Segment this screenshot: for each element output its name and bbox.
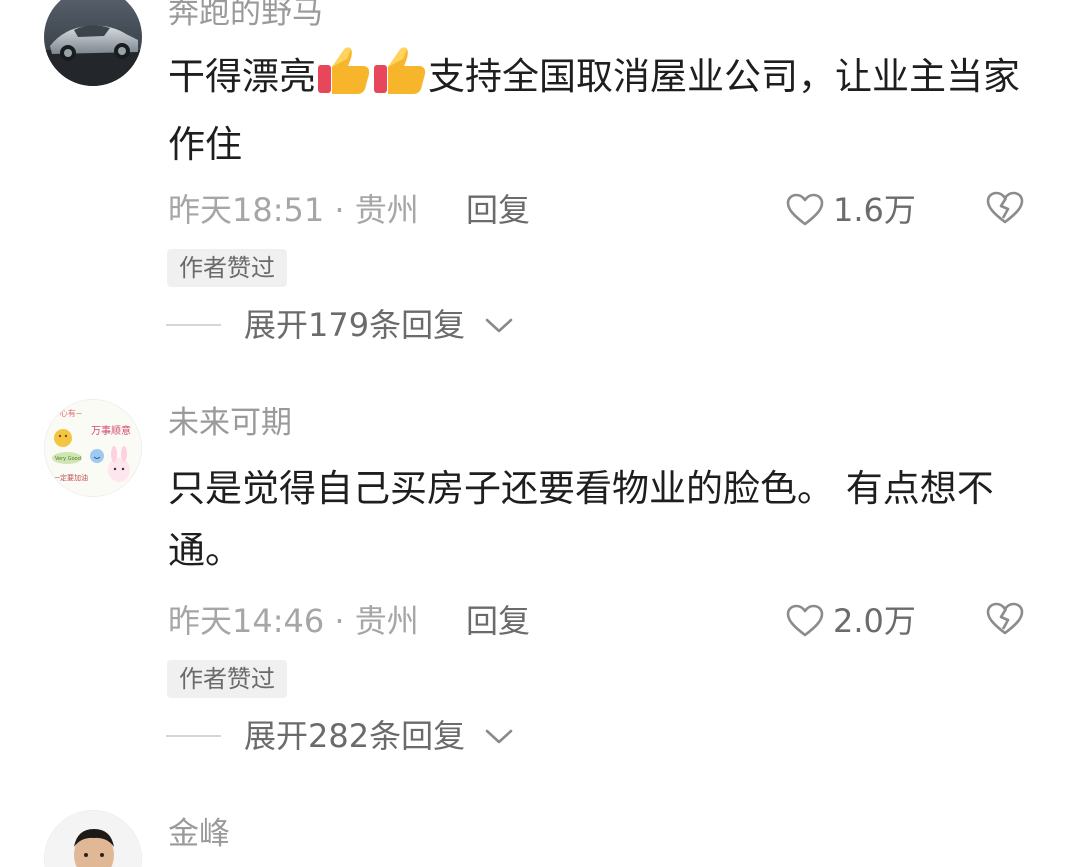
avatar[interactable]: ~心有~ 万事顺意 Very Good 一定要加油 xyxy=(44,399,142,497)
svg-text:~心有~: ~心有~ xyxy=(53,408,82,418)
dislike-button[interactable] xyxy=(986,191,1024,229)
divider xyxy=(166,735,221,737)
like-count: 1.6万 xyxy=(833,191,916,229)
like-count: 2.0万 xyxy=(833,602,916,640)
comment-text-part: 干得漂亮 xyxy=(168,55,316,98)
divider xyxy=(166,324,221,326)
comment-text: 只是觉得自己买房子还要看物业的脸色。 有点想不通。 xyxy=(168,467,994,572)
chevron-down-icon xyxy=(485,729,513,744)
broken-heart-icon xyxy=(986,191,1024,224)
cartoon-sticker-avatar-icon: ~心有~ 万事顺意 Very Good 一定要加油 xyxy=(45,400,141,496)
avatar[interactable] xyxy=(44,810,142,867)
heart-icon xyxy=(786,193,824,226)
comment-time-location: 昨天18:51 · 贵州 xyxy=(168,191,419,229)
sticker-text: 万事顺意 xyxy=(91,424,131,437)
sticker-text: 一定要加油 xyxy=(53,473,88,482)
comment-text: 干得漂亮 支持全国取消屋业公司，让业主当家作住 xyxy=(168,45,1028,176)
heart-icon xyxy=(786,604,824,637)
reply-button[interactable]: 回复 xyxy=(466,599,530,643)
expand-replies-label: 展开282条回复 xyxy=(244,717,466,755)
comment-list: 奔跑的野马 干得漂亮 支持全国取消屋业公司，让业主当家作住 昨天18:51 · … xyxy=(0,0,1080,867)
author-liked-badge: 作者赞过 xyxy=(167,249,287,287)
username[interactable]: 奔跑的野马 xyxy=(168,0,323,33)
thumbs-up-icon xyxy=(373,45,427,114)
avatar[interactable] xyxy=(44,0,142,86)
man-portrait-photo-icon xyxy=(45,811,141,867)
thumbs-up-icon xyxy=(317,45,371,114)
sticker-text: Very Good xyxy=(55,456,81,462)
expand-replies-label: 展开179条回复 xyxy=(244,306,466,344)
chevron-down-icon xyxy=(485,318,513,333)
reply-button[interactable]: 回复 xyxy=(466,188,530,232)
sports-car-photo-icon xyxy=(44,0,142,86)
username[interactable]: 金峰 xyxy=(168,814,230,854)
username[interactable]: 未来可期 xyxy=(168,403,292,443)
broken-heart-icon xyxy=(986,602,1024,635)
dislike-button[interactable] xyxy=(986,602,1024,640)
author-liked-badge: 作者赞过 xyxy=(167,660,287,698)
comment-time-location: 昨天14:46 · 贵州 xyxy=(168,602,419,640)
